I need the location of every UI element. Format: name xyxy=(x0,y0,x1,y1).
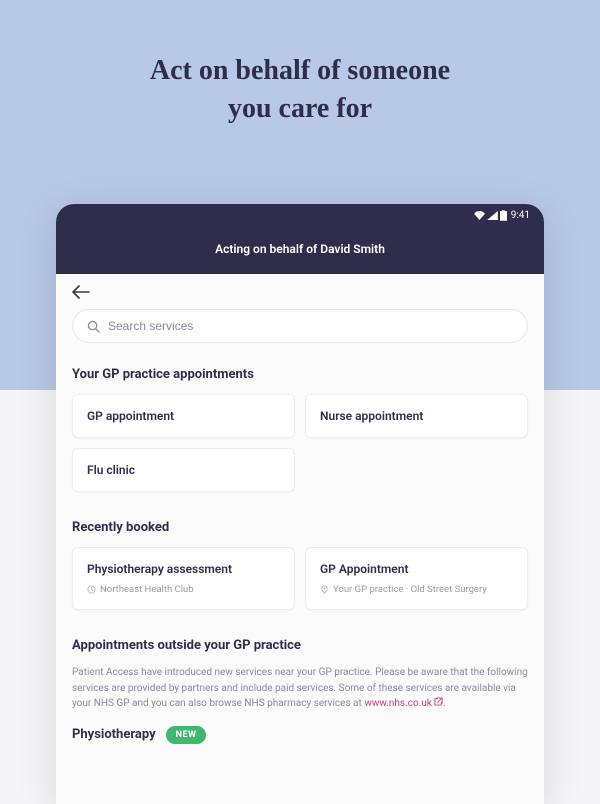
recent-physio-card[interactable]: Physiotherapy assessment Northeast Healt… xyxy=(72,547,295,610)
outside-section-title: Appointments outside your GP practice xyxy=(72,638,528,653)
gp-section-title: Your GP practice appointments xyxy=(72,367,528,382)
nurse-appointment-card[interactable]: Nurse appointment xyxy=(305,394,528,438)
battery-icon xyxy=(500,210,507,221)
physio-category-label: Physiotherapy xyxy=(72,727,156,742)
signal-icon xyxy=(487,211,498,220)
pin-icon xyxy=(320,585,329,594)
external-link-icon xyxy=(434,696,443,712)
gp-appointment-card[interactable]: GP appointment xyxy=(72,394,295,438)
search-input[interactable] xyxy=(72,309,528,343)
search-icon xyxy=(87,320,100,333)
search-text[interactable] xyxy=(108,319,513,333)
app-header: Acting on behalf of David Smith xyxy=(56,226,544,274)
recent-gp-card[interactable]: GP Appointment Your GP practice · Old St… xyxy=(305,547,528,610)
wifi-icon xyxy=(474,211,485,220)
recent-section-title: Recently booked xyxy=(72,520,528,535)
clock-icon xyxy=(87,585,96,594)
device-frame: 9:41 Acting on behalf of David Smith xyxy=(56,204,544,804)
hero-title: Act on behalf of someone you care for xyxy=(0,0,600,158)
outside-description: Patient Access have introduced new servi… xyxy=(72,665,528,712)
back-button[interactable] xyxy=(72,284,90,303)
header-title: Acting on behalf of David Smith xyxy=(215,242,385,256)
new-badge: NEW xyxy=(166,726,207,744)
flu-clinic-card[interactable]: Flu clinic xyxy=(72,448,295,492)
status-time: 9:41 xyxy=(511,210,530,221)
nhs-link[interactable]: www.nhs.co.uk xyxy=(364,698,443,709)
status-bar: 9:41 xyxy=(56,204,544,226)
